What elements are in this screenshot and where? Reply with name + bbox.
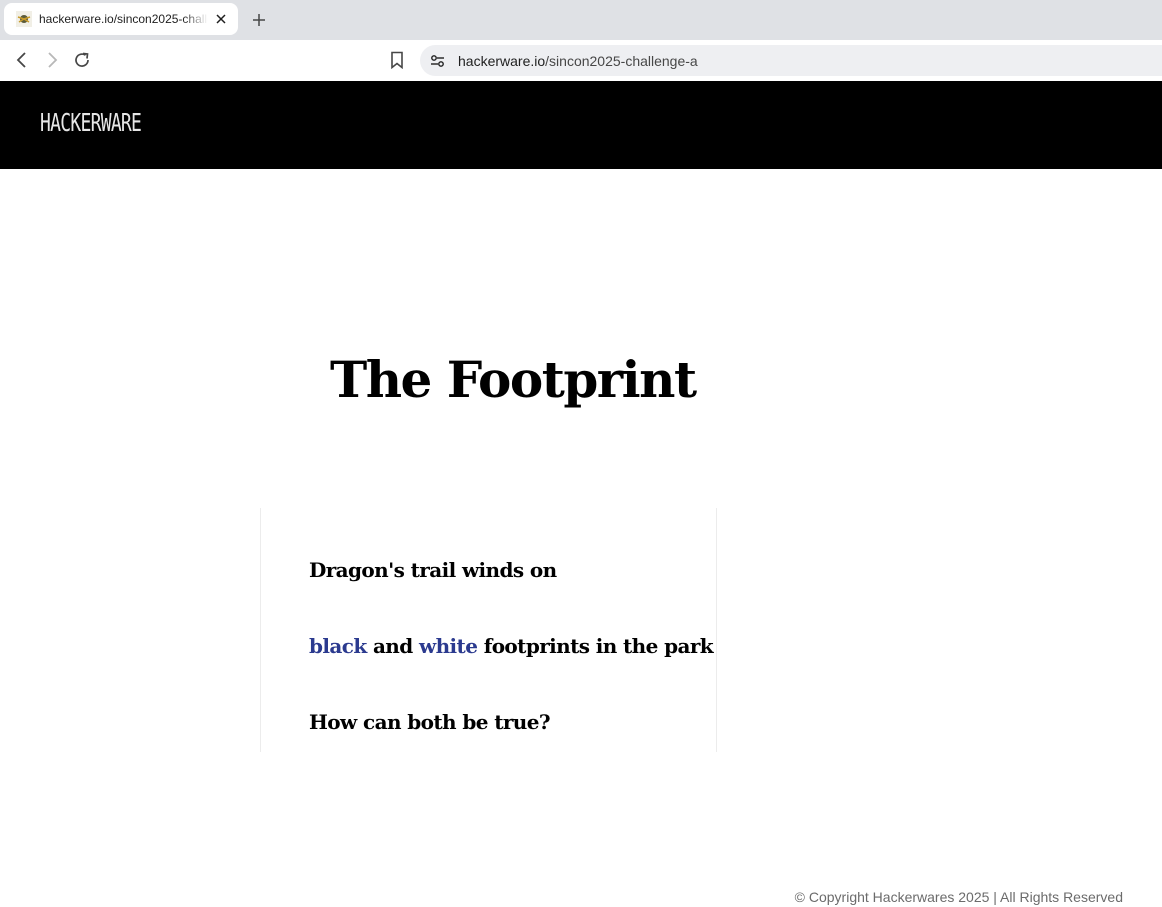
site-header [0,81,1162,169]
reload-icon[interactable] [71,49,93,71]
poem-line-3: How can both be true? [309,710,551,734]
bookmark-icon[interactable] [386,49,408,71]
site-logo[interactable]: HACKERWARE [40,109,142,137]
forward-icon[interactable] [41,49,63,71]
browser-toolbar: hackerware.io/sincon2025-challenge-a [0,40,1162,81]
highlight-black: black [309,634,367,658]
address-bar[interactable]: hackerware.io/sincon2025-challenge-a [420,45,1162,76]
tab-strip: hackerware.io/sincon2025-challenge-a [0,0,1162,40]
poem-line-2: black and white footprints in the park [309,634,714,658]
site-favicon-icon [16,11,32,27]
url-path: /sincon2025-challenge-a [545,52,698,69]
new-tab-icon[interactable] [249,10,269,30]
poem-line-1: Dragon's trail winds on [309,558,557,582]
back-icon[interactable] [11,49,33,71]
tab-title: hackerware.io/sincon2025-challenge-a [39,12,208,26]
poem-line-2-rest: footprints in the park [477,634,714,658]
url-text: hackerware.io/sincon2025-challenge-a [458,53,698,69]
highlight-white: white [419,634,478,658]
page-title: The Footprint [330,350,697,409]
poem-and: and [366,634,419,658]
site-info-icon[interactable] [428,51,448,71]
close-tab-icon[interactable] [212,10,230,28]
browser-tab[interactable]: hackerware.io/sincon2025-challenge-a [4,3,238,35]
url-host: hackerware.io [458,52,546,69]
footer-copyright: © Copyright Hackerwares 2025 | All Right… [794,889,1123,905]
